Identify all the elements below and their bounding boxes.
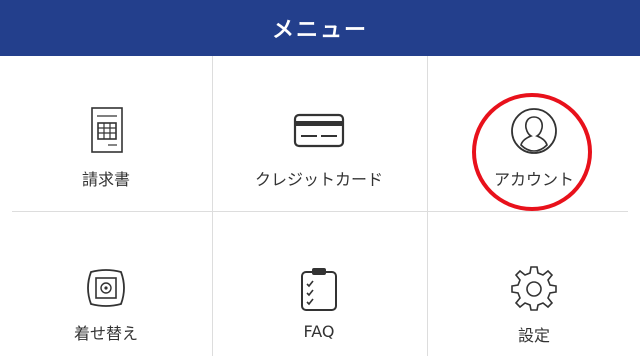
menu-item-label: 着せ替え — [73, 324, 138, 343]
menu-item-label: アカウント — [493, 170, 574, 189]
account-icon — [511, 108, 557, 154]
menu-item-faq[interactable]: FAQ — [213, 266, 425, 341]
clipboard-checklist-icon — [301, 268, 337, 311]
menu-item-label: 設定 — [517, 326, 550, 345]
menu-item-label: クレジットカード — [254, 170, 383, 189]
divider — [12, 211, 628, 212]
menu-item-invoice[interactable]: 請求書 — [0, 106, 212, 190]
page-title: メニュー — [271, 18, 368, 43]
menu-grid: 請求書 クレジットカード アカウント 着せ替え FAQ 設定 — [0, 56, 640, 356]
menu-item-account[interactable]: アカウント — [428, 106, 640, 190]
app-header: メニュー — [0, 0, 640, 56]
invoice-icon — [91, 107, 123, 153]
menu-item-label: 請求書 — [81, 170, 130, 189]
menu-item-settings[interactable]: 設定 — [428, 266, 640, 346]
gear-icon — [511, 266, 557, 311]
menu-item-label: FAQ — [303, 322, 335, 341]
credit-card-icon — [293, 113, 345, 148]
menu-item-theme[interactable]: 着せ替え — [0, 266, 212, 344]
theme-frame-icon — [87, 269, 125, 307]
menu-item-credit-card[interactable]: クレジットカード — [213, 106, 425, 190]
